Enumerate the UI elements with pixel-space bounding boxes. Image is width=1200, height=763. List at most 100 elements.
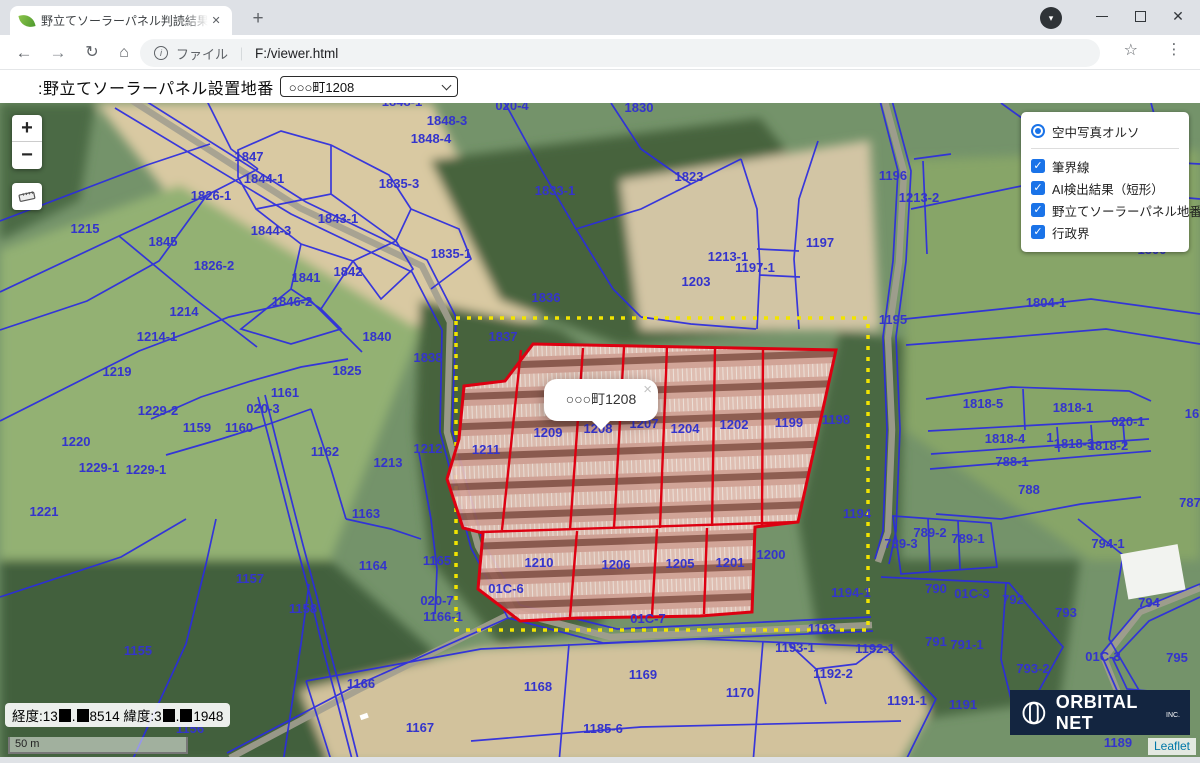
- parcel-label: 1204: [671, 421, 701, 436]
- coordinate-text: 1948: [193, 709, 223, 724]
- parcel-label: 1847: [235, 149, 264, 164]
- parcel-label: 020-4: [495, 103, 529, 113]
- parcel-label: 1162: [311, 444, 339, 459]
- parcel-label: 1844-3: [251, 223, 291, 238]
- parcel-label: 794: [1138, 595, 1160, 610]
- parcel-label: 1838: [414, 350, 443, 365]
- parcel-label: 1168: [524, 679, 552, 694]
- parcel-select-value: ○○○町1208: [289, 77, 354, 96]
- parcel-label: 1825: [333, 363, 362, 378]
- window-close-button[interactable]: ✕: [1156, 0, 1200, 32]
- parcel-label: 1848-4: [411, 131, 452, 146]
- parcel-label: 1833-1: [535, 183, 575, 198]
- redacted-digit: [77, 709, 89, 722]
- parcel-label: 1205: [666, 556, 695, 571]
- zoom-out-button[interactable]: −: [12, 142, 42, 169]
- overlay-toggle-2[interactable]: 野立てソーラーパネル地番: [1031, 199, 1179, 221]
- parcel-label: 1213: [374, 455, 403, 470]
- overlay-label: 野立てソーラーパネル地番: [1052, 201, 1200, 220]
- overlay-label: 筆界線: [1052, 157, 1090, 176]
- parcel-label: 1159: [183, 420, 211, 435]
- overlay-toggle-0[interactable]: 筆界線: [1031, 155, 1179, 177]
- parcel-label: 1164: [359, 558, 388, 573]
- parcel-label: 1229-2: [138, 403, 178, 418]
- parcel-label: 1213-2: [899, 190, 939, 205]
- parcel-label: 1160: [225, 420, 253, 435]
- tab-title: 野立てソーラーパネル判読結果（地: [41, 12, 208, 29]
- parcel-label: 020-3: [246, 401, 279, 416]
- parcel-label: 1201: [716, 555, 745, 570]
- parcel-label: 1209: [534, 425, 563, 440]
- browser-tab-bar: 野立てソーラーパネル判読結果（地 ✕ + ▾ ✕: [0, 0, 1200, 35]
- parcel-label: 1818-4: [985, 431, 1026, 446]
- reload-button[interactable]: ↻: [78, 39, 106, 67]
- url-scheme-label: ファイル: [176, 44, 228, 63]
- checkbox-checked-icon: [1031, 203, 1045, 217]
- parcel-label: 1163: [352, 506, 380, 521]
- parcel-label: 1844-1: [244, 171, 284, 186]
- popup-close-icon[interactable]: ×: [643, 381, 652, 398]
- home-button[interactable]: ⌂: [110, 39, 138, 67]
- profile-button[interactable]: ▾: [1040, 7, 1062, 29]
- forward-button[interactable]: →: [44, 39, 72, 67]
- window-bottom-edge: [0, 757, 1200, 763]
- chevron-down-icon: [441, 81, 451, 91]
- parcel-label: 1826-2: [194, 258, 234, 273]
- attribution-link[interactable]: Leaflet: [1154, 739, 1190, 753]
- parcel-label: 1214-1: [137, 329, 177, 344]
- layers-divider: [1031, 148, 1179, 149]
- parcel-label: 01C-3: [954, 586, 989, 601]
- leaflet-attribution[interactable]: Leaflet: [1148, 738, 1196, 755]
- new-tab-button[interactable]: +: [246, 8, 270, 32]
- parcel-select[interactable]: ○○○町1208: [280, 76, 458, 97]
- browser-menu-icon[interactable]: ⋮: [1162, 40, 1186, 58]
- parcel-label: 795: [1166, 650, 1188, 665]
- coordinate-text: 8514 緯度:3: [90, 709, 162, 724]
- parcel-label: 1196: [879, 168, 907, 183]
- browser-tab[interactable]: 野立てソーラーパネル判読結果（地 ✕: [10, 6, 232, 35]
- base-layer-option[interactable]: 空中写真オルソ: [1031, 120, 1179, 142]
- parcel-label: 1191-1: [887, 693, 927, 708]
- tab-close-icon[interactable]: ✕: [208, 13, 224, 29]
- overlay-toggle-3[interactable]: 行政界: [1031, 221, 1179, 243]
- url-text: F:/viewer.html: [255, 46, 338, 61]
- coordinate-text: .: [72, 709, 76, 724]
- parcel-label: 1818-1: [1053, 400, 1093, 415]
- minimize-icon: [1096, 16, 1108, 17]
- parcel-label: 1170: [726, 685, 754, 700]
- measure-tool-button[interactable]: [12, 183, 42, 210]
- back-button[interactable]: ←: [10, 39, 38, 67]
- popup-title: ○○○町1208: [544, 379, 658, 419]
- overlay-toggle-1[interactable]: AI検出結果（短形）: [1031, 177, 1179, 199]
- parcel-label: 1194: [843, 506, 872, 521]
- checkbox-checked-icon: [1031, 159, 1045, 173]
- redacted-digit: [59, 709, 71, 722]
- parcel-label: 1837: [489, 329, 518, 344]
- parcel-label: 1200: [757, 547, 786, 562]
- coordinate-readout: 経度:13.8514 緯度:3.1948: [5, 703, 230, 727]
- parcel-label: 1221: [30, 504, 59, 519]
- radio-selected-icon: [1031, 124, 1045, 138]
- parcel-label: 1848-3: [427, 113, 467, 128]
- parcel-label: 1835-1: [431, 246, 471, 261]
- parcel-label: 1169: [629, 667, 657, 682]
- url-divider: ｜: [235, 44, 248, 63]
- parcel-label: 790: [925, 581, 947, 596]
- parcel-label: 1: [1046, 430, 1053, 445]
- map-canvas[interactable]: 1848-1020-418301848-31848-418471844-1183…: [0, 103, 1200, 763]
- checkbox-checked-icon: [1031, 181, 1045, 195]
- browser-navbar: ← → ↻ ⌂ i ファイル ｜ F:/viewer.html ☆ ⋮: [0, 35, 1200, 70]
- parcel-label: 1841: [292, 270, 321, 285]
- parcel-label: 16: [1185, 406, 1199, 421]
- address-bar[interactable]: i ファイル ｜ F:/viewer.html: [140, 39, 1100, 67]
- parcel-label: 1818-2: [1088, 438, 1128, 453]
- parcel-label: 791-1: [950, 637, 983, 652]
- bookmark-star-icon[interactable]: ☆: [1124, 40, 1138, 60]
- info-icon[interactable]: i: [154, 46, 168, 60]
- base-layer-label: 空中写真オルソ: [1052, 122, 1140, 141]
- parcel-label: 1206: [602, 557, 631, 572]
- checkbox-checked-icon: [1031, 225, 1045, 239]
- zoom-in-button[interactable]: +: [12, 115, 42, 142]
- parcel-label: 1836: [532, 290, 561, 305]
- popup-tail: [591, 420, 611, 430]
